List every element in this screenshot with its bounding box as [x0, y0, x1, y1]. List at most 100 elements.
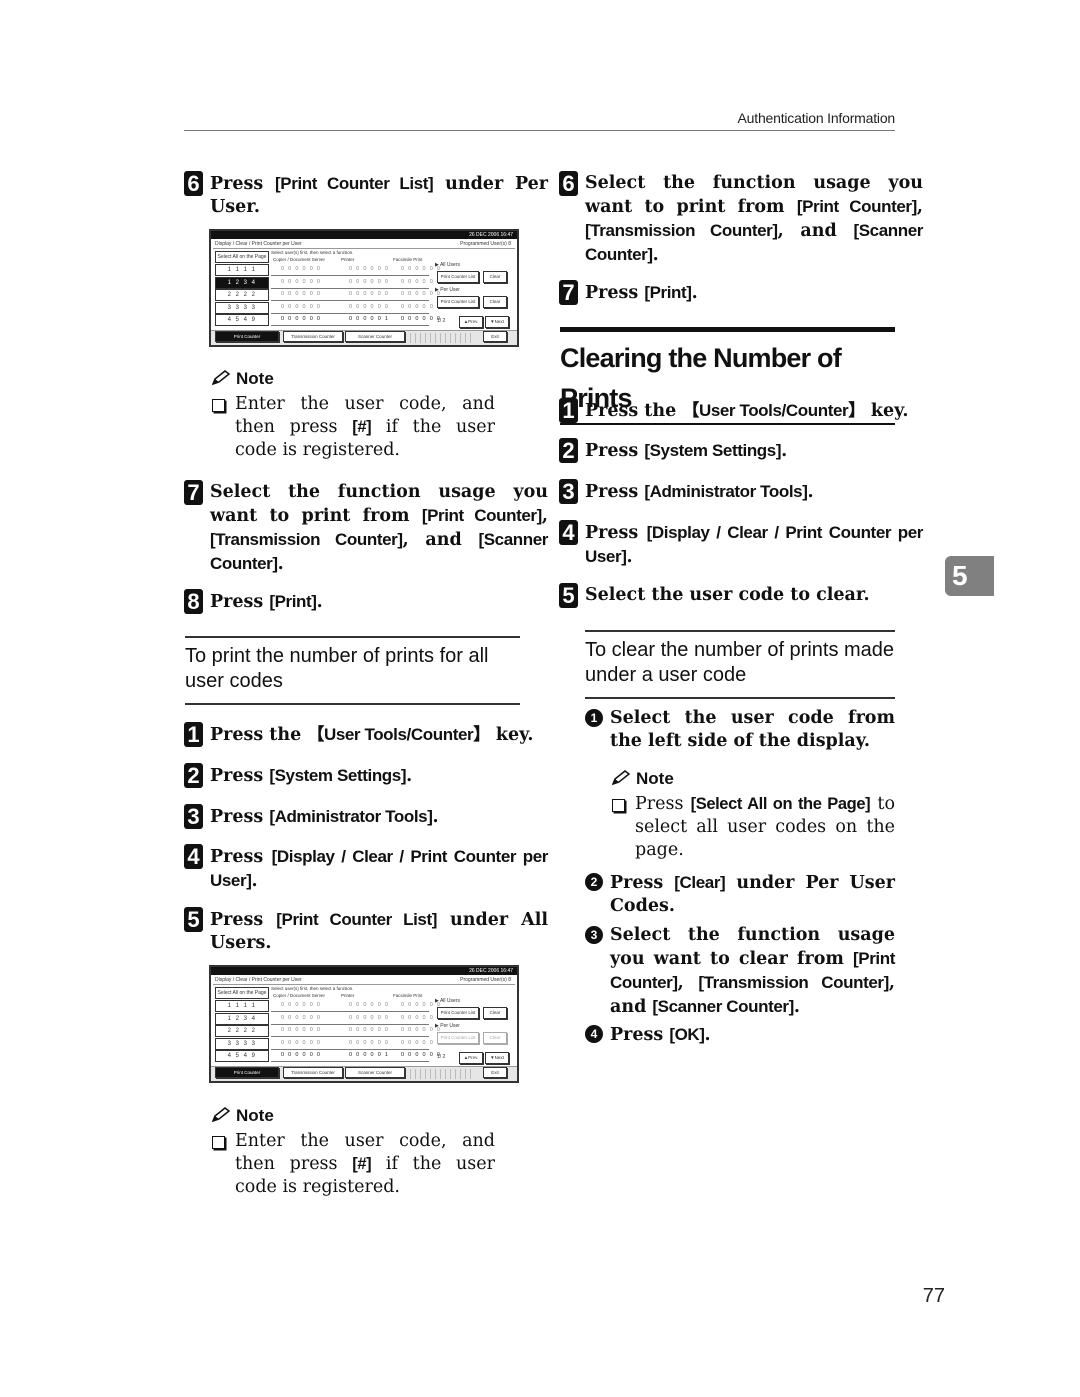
step-2-left: 2 Press [System Settings].: [184, 763, 548, 788]
user-code-button[interactable]: 4 5 4 9: [215, 1050, 269, 1062]
counter-value: 0 0 0 0 0 0: [401, 316, 442, 322]
user-code-button[interactable]: 3 3 3 3: [215, 301, 269, 314]
step-1-left: 1 Press the 【User Tools/Counter】 key.: [184, 722, 548, 747]
step-7-right: 7 Press [Print].: [559, 280, 923, 305]
tab-scanner-counter[interactable]: Scanner Counter: [345, 331, 405, 342]
step-4-left: 4 Press [Display / Clear / Print Counter…: [184, 844, 548, 893]
row-divider: [271, 275, 429, 276]
user-code-button[interactable]: 4 5 4 9: [215, 314, 269, 326]
subsection-heading-print-all: To print the number of prints for all us…: [185, 636, 520, 705]
programmed-users: Programmed User(s) 8: [460, 241, 511, 247]
row-divider: [271, 300, 429, 301]
per-user-clear-button[interactable]: Clear: [483, 1032, 507, 1044]
counter-value: 0 0 0 0 0 0: [401, 303, 442, 310]
step-number: 3: [184, 804, 203, 829]
substep-number: 4: [585, 1025, 603, 1043]
counter-value: 0 0 0 0 0 0: [349, 1002, 390, 1008]
checkbox-bullet-icon: [212, 399, 225, 412]
substep-number: 2: [585, 873, 603, 891]
step-7-left: 7 Select the function usage you want to …: [184, 480, 548, 576]
tab-scanner-counter[interactable]: Scanner Counter: [345, 1067, 405, 1078]
per-user-print-counter-list-button[interactable]: Print Counter List: [437, 1032, 479, 1044]
counter-value: 0 0 0 0 0 0: [401, 1039, 442, 1046]
device-panel-screenshot: 26 DEC 2006 16:47 Display / Clear / Print…: [209, 229, 519, 347]
counter-value: 0 0 0 0 0 0: [349, 266, 390, 272]
pencil-icon: [211, 370, 231, 386]
page-indicator: 1/ 2: [437, 1054, 446, 1060]
select-all-button[interactable]: Select All on the Page: [215, 987, 269, 999]
column-header: Facsimile Print: [393, 993, 423, 998]
panel-datetime: 26 DEC 2006 16:47: [211, 231, 517, 239]
counter-value: 0 0 0 0 0 0: [401, 1052, 442, 1058]
prev-button[interactable]: ▲Prev.: [459, 316, 483, 328]
counter-value: 0 0 0 0 0 0: [349, 303, 390, 310]
next-button[interactable]: ▼Next: [485, 316, 509, 328]
counter-value: 0 0 0 0 0 0: [281, 1027, 322, 1033]
all-users-print-counter-list-button[interactable]: Print Counter List: [437, 1007, 479, 1019]
counter-value: 0 0 0 0 0 0: [349, 1027, 390, 1033]
column-header: Printer: [341, 993, 355, 998]
counter-value: 0 0 0 0 0 0: [281, 1002, 322, 1008]
column-header: Printer: [341, 257, 355, 262]
note-3: Note Press [Select All on the Page] to s…: [610, 768, 895, 862]
tab-print-counter[interactable]: Print Counter: [215, 331, 279, 342]
row-divider: [271, 287, 429, 289]
counter-value: 0 0 0 0 0 0: [349, 1014, 390, 1021]
column-header: Copier / Document Server: [273, 993, 326, 998]
row-divider: [271, 325, 429, 326]
counter-value: 0 0 0 0 0 0: [281, 291, 322, 297]
per-user-clear-button[interactable]: Clear: [483, 296, 507, 308]
step-number: 7: [184, 480, 203, 505]
tab-transmission-counter[interactable]: Transmission Counter: [283, 1067, 343, 1078]
user-code-button[interactable]: 2 2 2 2: [215, 289, 269, 301]
step-1-right: 1 Press the 【User Tools/Counter】 key.: [559, 398, 923, 423]
all-users-clear-button[interactable]: Clear: [483, 1007, 507, 1019]
substep-4: 4 Press [OK].: [585, 1023, 895, 1047]
all-users-clear-button[interactable]: Clear: [483, 271, 507, 283]
panel-instruction: Select user(s) first, then select a func…: [271, 250, 354, 255]
substep-number: 3: [585, 926, 603, 944]
user-code-button[interactable]: 2 2 2 2: [215, 1025, 269, 1037]
step-5-right: 5 Select the user code to clear.: [559, 583, 923, 608]
all-users-print-counter-list-button[interactable]: Print Counter List: [437, 271, 479, 283]
exit-button[interactable]: Exit: [483, 331, 507, 342]
per-user-label: ▶ Per User: [435, 1023, 460, 1029]
step-number: 2: [559, 438, 578, 463]
tab-transmission-counter[interactable]: Transmission Counter: [283, 331, 343, 342]
checkbox-bullet-icon: [612, 799, 625, 812]
counter-value: 0 0 0 0 0 0: [349, 278, 390, 285]
next-button[interactable]: ▼Next: [485, 1052, 509, 1064]
user-code-button[interactable]: 1 2 3 4: [215, 276, 269, 289]
step-number: 6: [184, 171, 203, 196]
counter-value: 0 0 0 0 0 1: [349, 1052, 390, 1058]
substep-3: 3 Select the function usage you want to …: [585, 924, 895, 1019]
substep-number: 1: [585, 709, 603, 727]
step-number: 4: [184, 844, 203, 869]
chapter-tab[interactable]: 5: [945, 556, 994, 596]
column-header: Facsimile Print: [393, 257, 423, 262]
exit-button[interactable]: Exit: [483, 1067, 507, 1078]
select-all-button[interactable]: Select All on the Page: [215, 251, 269, 263]
per-user-print-counter-list-button[interactable]: Print Counter List: [437, 296, 479, 308]
row-divider: [271, 312, 429, 314]
page-number: 77: [922, 1285, 945, 1307]
user-code-button[interactable]: 1 2 3 4: [215, 1012, 269, 1025]
step-number: 1: [559, 398, 578, 423]
counter-value: 0 0 0 0 0 0: [349, 291, 390, 297]
user-code-button[interactable]: 3 3 3 3: [215, 1037, 269, 1050]
tab-print-counter[interactable]: Print Counter: [215, 1067, 279, 1078]
prev-button[interactable]: ▲Prev.: [459, 1052, 483, 1064]
user-code-button[interactable]: 1 1 1 1: [215, 264, 269, 276]
panel-datetime: 26 DEC 2006 16:47: [211, 967, 517, 975]
substep-1: 1 Select the user code from the left sid…: [585, 707, 895, 753]
pencil-icon: [611, 770, 631, 786]
note-title: Note: [236, 1106, 274, 1125]
page-indicator: 1/ 2: [437, 318, 446, 324]
counter-value: 0 0 0 0 0 0: [281, 1052, 322, 1058]
step-number: 7: [559, 280, 578, 305]
checkbox-bullet-icon: [212, 1136, 225, 1149]
key-label: [Print Counter List]: [275, 174, 434, 193]
counter-value: 0 0 0 0 0 0: [401, 1014, 442, 1021]
all-users-label: ▶ All Users: [435, 998, 460, 1004]
user-code-button[interactable]: 1 1 1 1: [215, 1000, 269, 1012]
